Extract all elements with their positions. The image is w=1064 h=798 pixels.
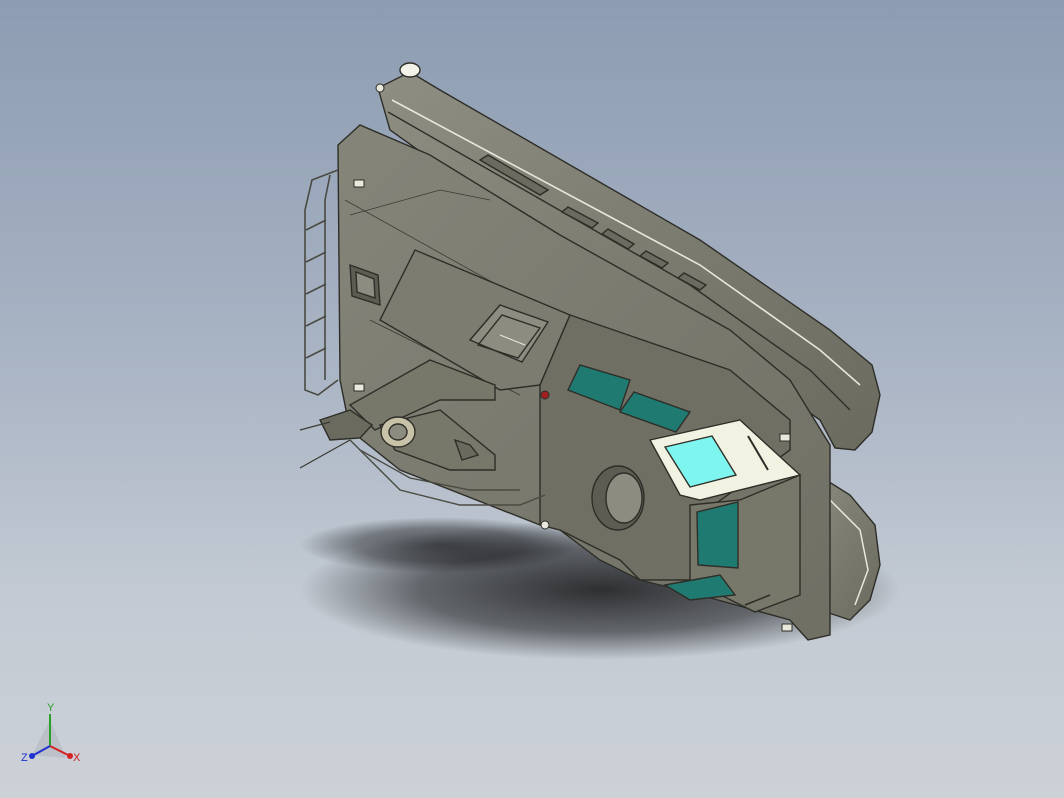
z-axis-tip bbox=[29, 753, 35, 759]
z-axis-label: Z bbox=[21, 752, 28, 764]
stern-ladder bbox=[304, 169, 339, 396]
cad-viewport[interactable]: Y X Z bbox=[0, 0, 1064, 798]
x-axis-label: X bbox=[73, 752, 81, 764]
axis-triad: Y X Z bbox=[21, 702, 81, 764]
catamaran-3d-model[interactable] bbox=[0, 0, 1064, 798]
y-axis-label: Y bbox=[47, 702, 55, 714]
